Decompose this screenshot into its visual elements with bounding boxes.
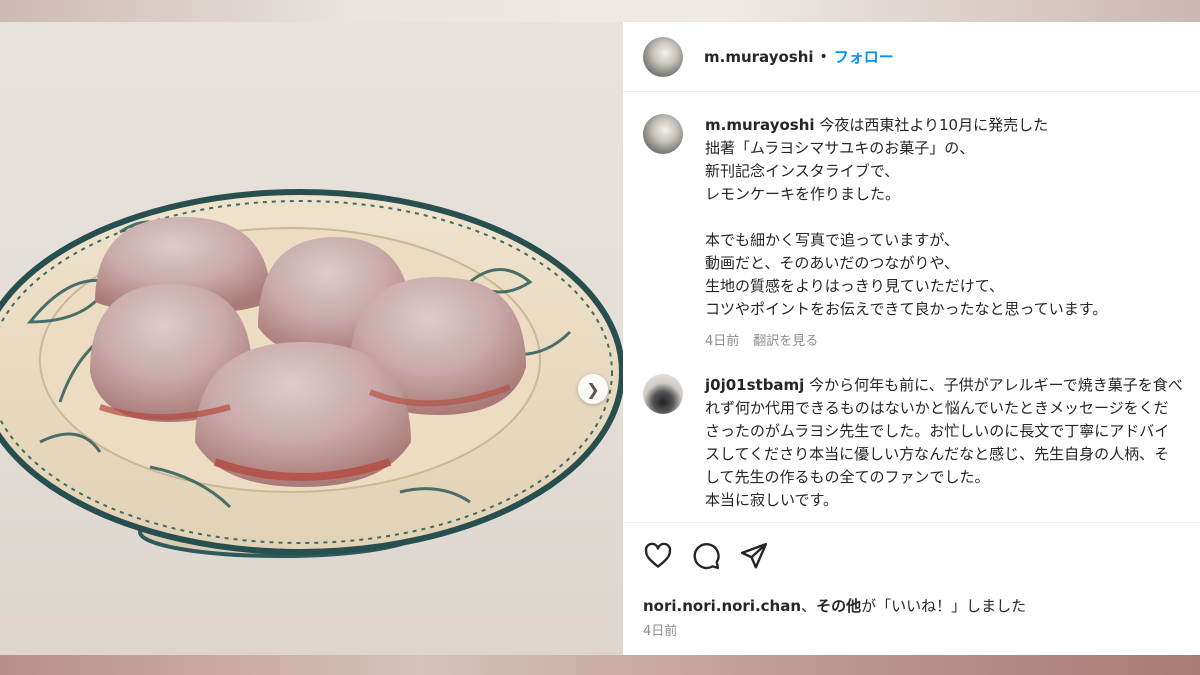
post-detail-panel: m.murayoshi • フォロー m.murayoshi 今夜は西東社より1… <box>623 22 1200 655</box>
post-date: 4日前 <box>643 624 678 639</box>
caption-item: m.murayoshi 今夜は西東社より10月に発売した 拙著「ムラヨシマサユキ… <box>643 114 1183 349</box>
lemon-cakes-image <box>0 189 623 558</box>
liker-username[interactable]: nori.nori.nori.chan <box>643 597 801 615</box>
comment-body: 今から何年も前に、子供がアレルギーで焼き菓子を食べれず何か代用できるものはないか… <box>705 376 1183 509</box>
avatar[interactable] <box>643 374 683 414</box>
follow-button[interactable]: フォロー <box>834 46 894 67</box>
post-photo: ❯ <box>0 22 623 655</box>
comment-username[interactable]: j0j01stbamj <box>705 376 804 394</box>
avatar[interactable] <box>643 36 683 77</box>
actions-section: nori.nori.nori.chan、その他が「いいね！」しました 4日前 <box>623 522 1200 655</box>
caption-text: m.murayoshi 今夜は西東社より10月に発売した 拙著「ムラヨシマサユキ… <box>705 114 1183 321</box>
likes-suffix: が「いいね！」しました <box>861 597 1027 615</box>
comment-text: j0j01stbamj 今から何年も前に、子供がアレルギーで焼き菓子を食べれず何… <box>705 374 1183 512</box>
chevron-right-icon: ❯ <box>586 379 600 399</box>
likes-separator: 、 <box>801 597 817 615</box>
caption-time: 4日前 <box>705 334 740 349</box>
likes-others-link[interactable]: その他 <box>816 597 861 615</box>
likes-text: nori.nori.nori.chan、その他が「いいね！」しました <box>643 595 1026 616</box>
post-header: m.murayoshi • フォロー <box>623 22 1200 92</box>
caption-meta: 4日前 翻訳を見る <box>705 330 1183 349</box>
separator-dot: • <box>819 48 828 65</box>
comment-item: j0j01stbamj 今から何年も前に、子供がアレルギーで焼き菓子を食べれず何… <box>643 374 1183 512</box>
translate-link[interactable]: 翻訳を見る <box>753 334 818 349</box>
action-icons <box>643 541 787 571</box>
caption-username[interactable]: m.murayoshi <box>705 116 815 134</box>
comment-icon[interactable] <box>691 541 721 571</box>
backdrop-top <box>0 0 1200 22</box>
backdrop-bottom <box>0 655 1200 675</box>
username-link[interactable]: m.murayoshi <box>704 48 814 66</box>
share-icon[interactable] <box>739 541 769 571</box>
caption-body: 今夜は西東社より10月に発売した 拙著「ムラヨシマサユキのお菓子」の、 新刊記念… <box>705 116 1108 318</box>
avatar[interactable] <box>643 114 683 154</box>
next-photo-button[interactable]: ❯ <box>578 374 608 404</box>
comments-section[interactable]: m.murayoshi 今夜は西東社より10月に発売した 拙著「ムラヨシマサユキ… <box>623 92 1200 522</box>
heart-icon[interactable] <box>643 541 673 571</box>
